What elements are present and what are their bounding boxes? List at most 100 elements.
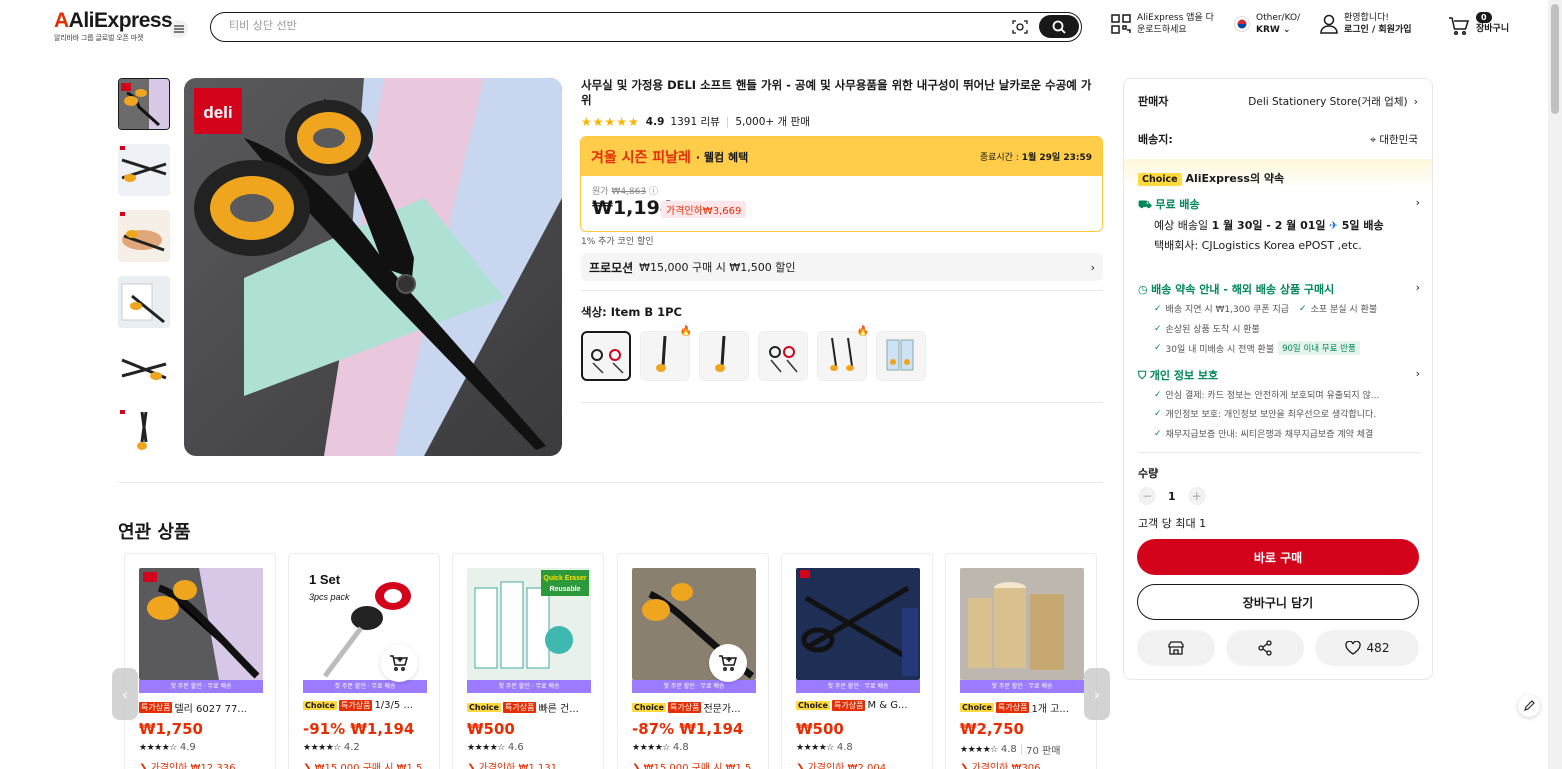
wishlist-button[interactable]: 482 <box>1315 630 1419 666</box>
product-title: 사무실 및 가정용 DELI 소프트 핸들 가위 - 공예 및 사무용품을 위한… <box>581 78 1092 107</box>
promo-text: ₩15,000 구매 시 ₩1,500 할인 <box>639 261 796 274</box>
swatch-5[interactable]: 🔥 <box>817 326 869 381</box>
add-to-cart-icon[interactable] <box>709 644 747 682</box>
product-image[interactable] <box>960 568 1084 680</box>
thumbnail-5[interactable] <box>118 342 170 394</box>
product-name[interactable]: M & G... <box>867 700 907 711</box>
product-image[interactable]: Quick Eraser Reusable <box>467 568 591 680</box>
promotion-row[interactable]: 프로모션 ₩15,000 구매 시 ₩1,500 할인 › <box>581 253 1103 281</box>
promo-strip: 첫 주문 할인 · 무료 배송 <box>139 680 263 693</box>
svg-text:3pcs pack: 3pcs pack <box>309 592 350 602</box>
product-name[interactable]: 빠른 건... <box>538 700 578 715</box>
chevron-right-icon: › <box>1415 196 1420 209</box>
related-product-card[interactable]: 첫 주문 할인 · 무료 배송 Choice 특가상품 전문가... -87% ₩1,1… <box>617 553 769 769</box>
login-link[interactable]: 로그인 / 회원가입 <box>1344 24 1412 36</box>
aliexpress-logo[interactable]: AAliExpress 알리바바 그룹 글로벌 오픈 마켓 <box>54 10 173 43</box>
scrollbar-thumb[interactable] <box>1551 4 1559 114</box>
minus-button[interactable]: − <box>1138 487 1156 505</box>
ship-to-value[interactable]: ⌖ 대한민국 <box>1370 132 1418 147</box>
swatch-4[interactable] <box>758 331 808 381</box>
scrollbar[interactable] <box>1548 0 1562 769</box>
seller-name[interactable]: Deli Stationery Store(거래 업체) <box>1248 94 1407 109</box>
promo-strip: 첫 주문 할인 · 무료 배송 <box>796 680 920 693</box>
heart-icon <box>1344 641 1361 655</box>
related-product-card[interactable]: 첫 주문 할인 · 무료 배송 Choice 특가상품 1개 고... ₩2,750 ★★… <box>945 553 1097 769</box>
locale-selector[interactable]: Other/KO/KRW ⌄ <box>1234 12 1300 36</box>
product-name[interactable]: 전문가... <box>703 700 740 715</box>
quantity-limit: 고객 당 최대 1 <box>1138 517 1207 530</box>
eta-row: 예상 배송일 1 월 30일 - 2 월 01일 ✈ 5일 배송 <box>1154 219 1384 232</box>
shield-clock-icon: ◷ <box>1138 283 1148 296</box>
product-name[interactable]: 1개 고... <box>1031 700 1068 715</box>
thumbnail-6[interactable] <box>118 408 170 452</box>
thumbnail-list <box>118 78 170 466</box>
ship-to-row[interactable]: 배송지: ⌖ 대한민국 <box>1138 131 1418 147</box>
seller-row[interactable]: 판매자 Deli Stationery Store(거래 업체) › <box>1138 93 1418 109</box>
info-icon[interactable]: ⓘ <box>649 187 658 197</box>
product-image[interactable] <box>796 568 920 680</box>
product-name[interactable]: 1/3/5 ... <box>374 700 413 711</box>
rating-value: 4.9 <box>645 115 665 128</box>
sale-title: 겨울 시즌 피날레 <box>591 149 691 166</box>
sale-banner: 겨울 시즌 피날레 · 웰컴 혜택 종료시간 : 1월 29일 23:59 원가… <box>580 136 1103 232</box>
thumbnail-4[interactable] <box>118 276 170 328</box>
account-menu[interactable]: 환영합니다! 로그인 / 회원가입 <box>1320 12 1412 36</box>
divider <box>581 402 1103 403</box>
promise-line-3: ✓ 30일 내 미배송 시 전액 환불 90일 이내 무료 반품 <box>1154 341 1360 355</box>
delivery-promise-row[interactable]: ◷ 배송 약속 안내 - 해외 배송 상품 구매시 › <box>1138 281 1420 297</box>
product-name[interactable]: 델리 6027 77... <box>174 700 246 715</box>
privacy-title: 개인 정보 보호 <box>1149 369 1219 382</box>
thumbnail-1[interactable] <box>118 78 170 130</box>
locale-line1: Other/KO/ <box>1256 13 1301 23</box>
thumbnail-2[interactable] <box>118 144 170 196</box>
product-name-row: Choice 특가상품 전문가... <box>632 700 762 715</box>
swatch-1[interactable] <box>581 331 631 381</box>
top-header: AAliExpress 알리바바 그룹 글로벌 오픈 마켓 AliExpress… <box>0 0 1548 56</box>
related-product-card[interactable]: Quick Eraser Reusable 첫 주문 할인 · 무료 배송 Choic… <box>452 553 604 769</box>
store-button[interactable] <box>1137 630 1215 666</box>
store-icon <box>1168 641 1184 655</box>
quantity-value[interactable]: 1 <box>1168 490 1176 503</box>
related-product-card[interactable]: 1 Set 3pcs pack 첫 주문 할인 · 무료 배송 Choice 특가상품 1… <box>288 553 440 769</box>
search-input[interactable] <box>229 19 989 32</box>
product-rating: ★★★★☆ 4.8 <box>632 742 689 753</box>
plane-icon: ✈ <box>1329 219 1339 232</box>
carousel-next-button[interactable]: › <box>1084 668 1110 720</box>
product-price: -91% ₩1,194 <box>303 720 415 738</box>
related-product-card[interactable]: 첫 주문 할인 · 무료 배송 Choice 특가상품 M & G... ₩500 ★★★… <box>781 553 933 769</box>
edit-icon[interactable] <box>1518 695 1540 717</box>
main-product-image[interactable]: deli <box>184 78 562 456</box>
swatch-3[interactable] <box>699 331 749 381</box>
swatch-2[interactable]: 🔥 <box>640 326 692 381</box>
logo-tagline: 알리바바 그룹 글로벌 오픈 마켓 <box>54 34 144 42</box>
flame-icon: ❯ <box>303 763 312 769</box>
related-product-card[interactable]: 첫 주문 할인 · 무료 배송 특가상품 델리 6027 77... ₩1,750 ★★… <box>124 553 276 769</box>
add-to-cart-button[interactable]: 장바구니 담기 <box>1137 584 1419 620</box>
free-shipping-row[interactable]: ⛟ 무료 배송 › <box>1138 196 1420 213</box>
choice-tag: Choice <box>632 703 666 712</box>
share-button[interactable] <box>1226 630 1304 666</box>
korea-flag-icon <box>1234 16 1250 32</box>
privacy-row[interactable]: ⛉ 개인 정보 보호 › <box>1138 367 1420 383</box>
choice-tag: Choice <box>303 701 337 710</box>
review-count[interactable]: 1391 리뷰 <box>670 114 719 129</box>
flame-icon: ❯ <box>796 763 805 769</box>
add-to-cart-icon[interactable] <box>380 644 418 682</box>
rating-stars-icon: ★★★★★ <box>581 114 640 129</box>
thumbnail-3[interactable] <box>118 210 170 262</box>
menu-icon[interactable] <box>170 20 188 38</box>
swatch-6[interactable] <box>876 331 926 381</box>
app-download[interactable]: AliExpress 앱을 다 운로드하세요 <box>1111 12 1214 36</box>
buy-now-button[interactable]: 바로 구매 <box>1137 539 1419 575</box>
discount-badge: 가격인하₩3,669 <box>661 201 747 218</box>
carousel-prev-button[interactable]: ‹ <box>112 668 138 720</box>
currency-label: KRW <box>1256 25 1280 35</box>
flame-icon: ❯ <box>632 763 641 769</box>
image-search-icon[interactable] <box>1011 18 1029 36</box>
product-image[interactable] <box>139 568 263 680</box>
search-button[interactable] <box>1039 15 1079 38</box>
product-name-row: Choice 특가상품 1개 고... <box>960 700 1090 715</box>
plus-button[interactable]: + <box>1187 487 1206 505</box>
sale-tag: 특가상품 <box>667 702 702 713</box>
sale-tag: 특가상품 <box>502 702 537 713</box>
